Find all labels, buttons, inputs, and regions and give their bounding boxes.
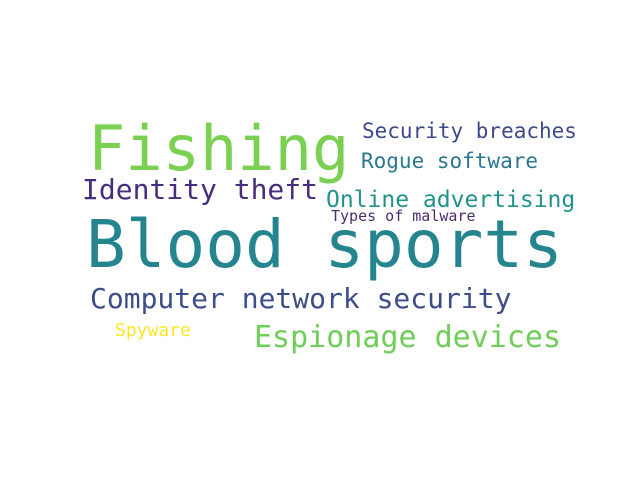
word-types-of-malware: Types of malware xyxy=(331,207,476,225)
word-cloud: Fishing Blood sports Identity theft Secu… xyxy=(0,0,640,480)
word-security-breaches: Security breaches xyxy=(362,119,577,143)
word-espionage-devices: Espionage devices xyxy=(254,320,562,355)
word-rogue-software: Rogue software xyxy=(361,149,539,173)
word-identity-theft: Identity theft xyxy=(82,173,319,206)
word-blood-sports: Blood sports xyxy=(86,206,563,283)
word-spyware: Spyware xyxy=(115,320,191,341)
word-computer-network-security: Computer network security xyxy=(90,282,512,315)
word-fishing: Fishing xyxy=(88,112,350,185)
